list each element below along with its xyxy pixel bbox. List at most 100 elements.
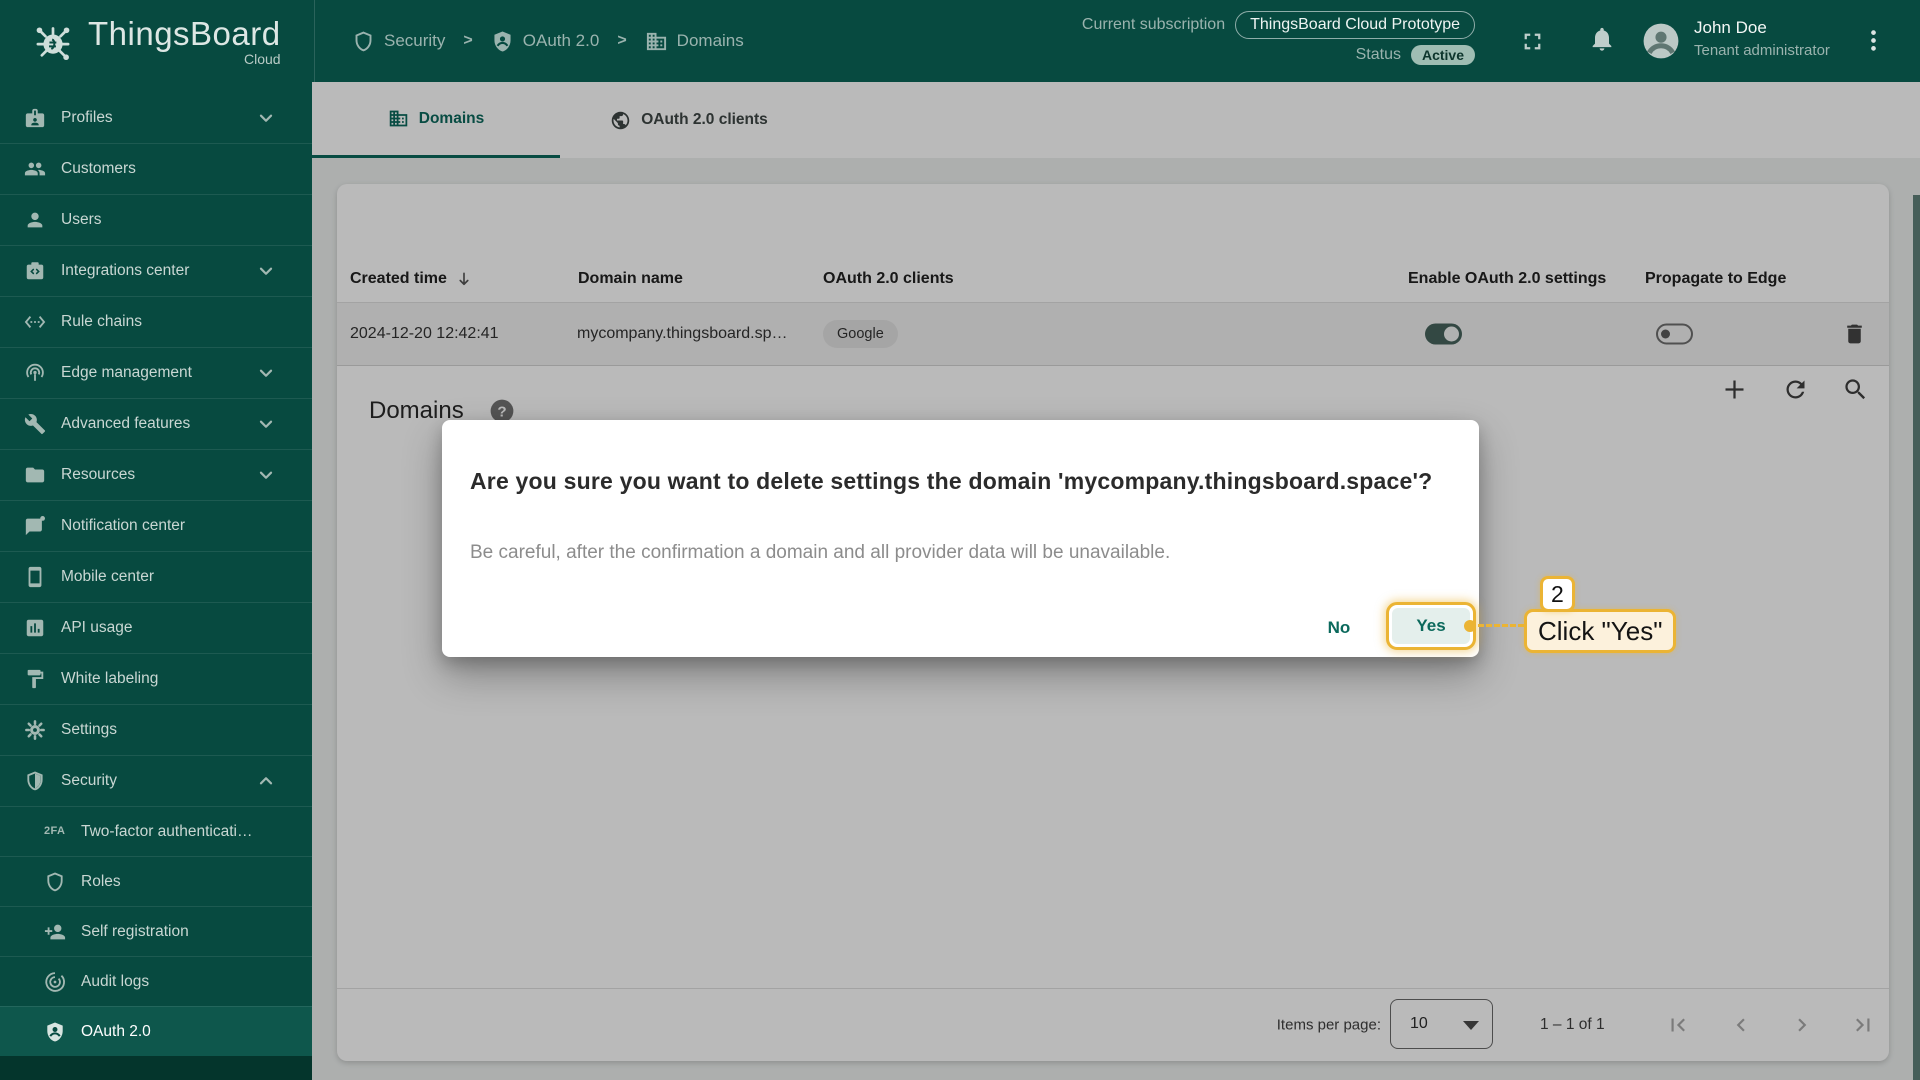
subscription-plan-pill[interactable]: ThingsBoard Cloud Prototype <box>1235 11 1475 39</box>
breadcrumb-domains[interactable]: Domains <box>645 30 744 53</box>
sidebar-item-label: Profiles <box>61 109 113 127</box>
sidebar-item-roles[interactable]: Roles <box>0 856 312 906</box>
shield-icon <box>44 871 66 893</box>
sidebar-item-label: Users <box>61 211 101 229</box>
sidebar-item-resources[interactable]: Resources <box>0 449 312 500</box>
sidebar-item-label: Integrations center <box>61 262 189 280</box>
paint-icon <box>24 668 46 690</box>
thingsboard-app: ThingsBoard Cloud Security > OAuth 2.0 >… <box>0 0 1920 1080</box>
sidebar-item-label: Settings <box>61 721 117 739</box>
sidebar-item-integrations-center[interactable]: Integrations center <box>0 245 312 296</box>
target-icon <box>44 971 66 993</box>
gear-icon <box>24 719 46 741</box>
avatar[interactable] <box>1642 22 1680 60</box>
chevron-down-icon <box>255 413 277 435</box>
sidebar-item-label: Roles <box>81 873 121 891</box>
breadcrumb: Security > OAuth 2.0 > Domains <box>352 0 744 82</box>
fullscreen-icon[interactable] <box>1519 28 1546 55</box>
breadcrumb-label: OAuth 2.0 <box>523 31 600 51</box>
sidebar-item-label: Mobile center <box>61 568 154 586</box>
sidebar-item-label: Notification center <box>61 517 185 535</box>
status-label: Status <box>1356 46 1401 64</box>
annotation-connector <box>1478 624 1524 627</box>
chevron-down-icon <box>255 362 277 384</box>
user-role: Tenant administrator <box>1694 42 1830 59</box>
id-card-icon <box>24 107 46 129</box>
dialog-message: Be careful, after the confirmation a dom… <box>470 542 1170 564</box>
logo-title: ThingsBoard <box>88 16 281 52</box>
subscription-info: Current subscription ThingsBoard Cloud P… <box>1082 11 1475 65</box>
logo[interactable]: ThingsBoard Cloud <box>28 16 281 67</box>
wrench-icon <box>24 413 46 435</box>
breadcrumb-security[interactable]: Security <box>352 30 445 53</box>
antenna-icon <box>24 362 46 384</box>
status-badge: Active <box>1411 45 1475 65</box>
breadcrumb-separator: > <box>617 32 626 50</box>
sidebar-item-rule-chains[interactable]: Rule chains <box>0 296 312 347</box>
sidebar-item-label: Resources <box>61 466 135 484</box>
sidebar-item-label: Audit logs <box>81 973 149 991</box>
sidebar-item-label: Rule chains <box>61 313 142 331</box>
sidebar-item-users[interactable]: Users <box>0 194 312 245</box>
no-button[interactable]: No <box>1309 608 1369 648</box>
folder-icon <box>24 464 46 486</box>
dialog-title: Are you sure you want to delete settings… <box>470 468 1432 494</box>
sidebar-item-label: Edge management <box>61 364 192 382</box>
breadcrumb-label: Domains <box>677 31 744 51</box>
logo-subtitle: Cloud <box>244 52 281 67</box>
confirm-delete-dialog: Are you sure you want to delete settings… <box>442 420 1479 657</box>
user-block[interactable]: John Doe Tenant administrator <box>1694 18 1830 59</box>
sidebar-item-two-factor[interactable]: 2FA Two-factor authenticati… <box>0 806 312 856</box>
notifications-bell-icon[interactable] <box>1588 25 1616 53</box>
shield-icon <box>24 770 46 792</box>
shield-icon <box>352 30 375 53</box>
sidebar: Profiles Customers Users Integrations ce… <box>0 82 312 1080</box>
sidebar-item-settings[interactable]: Settings <box>0 704 312 755</box>
topbar-divider <box>314 0 315 82</box>
sidebar-item-white-labeling[interactable]: White labeling <box>0 653 312 704</box>
chevron-down-icon <box>255 107 277 129</box>
chevron-up-icon <box>255 770 277 792</box>
sidebar-item-advanced-features[interactable]: Advanced features <box>0 398 312 449</box>
chart-box-icon <box>24 617 46 639</box>
sidebar-item-profiles[interactable]: Profiles <box>0 92 312 143</box>
sidebar-item-customers[interactable]: Customers <box>0 143 312 194</box>
sidebar-item-notification-center[interactable]: Notification center <box>0 500 312 551</box>
breadcrumb-oauth[interactable]: OAuth 2.0 <box>491 30 600 53</box>
people-icon <box>24 158 46 180</box>
chat-dot-icon <box>24 515 46 537</box>
annotation-dot <box>1464 620 1476 632</box>
person-plus-icon <box>44 921 66 943</box>
user-name: John Doe <box>1694 18 1830 38</box>
sidebar-item-label: OAuth 2.0 <box>81 1023 151 1041</box>
sidebar-item-label: Two-factor authenticati… <box>81 823 252 841</box>
breadcrumb-separator: > <box>463 32 472 50</box>
sidebar-item-api-usage[interactable]: API usage <box>0 602 312 653</box>
oauth-shield-person-icon <box>44 1021 66 1043</box>
sidebar-item-label: Security <box>61 772 117 790</box>
top-bar: ThingsBoard Cloud Security > OAuth 2.0 >… <box>0 0 1920 82</box>
thingsboard-logo-icon <box>28 16 78 66</box>
rule-chain-icon <box>24 311 46 333</box>
sidebar-item-mobile-center[interactable]: Mobile center <box>0 551 312 602</box>
phone-icon <box>24 566 46 588</box>
yes-button[interactable]: Yes <box>1392 608 1470 644</box>
sidebar-item-audit-logs[interactable]: Audit logs <box>0 956 312 1006</box>
sidebar-item-label: Advanced features <box>61 415 190 433</box>
annotation-label: Click "Yes" <box>1524 609 1676 653</box>
sidebar-item-label: Self registration <box>81 923 189 941</box>
2fa-icon: 2FA <box>44 821 66 843</box>
sidebar-item-security[interactable]: Security <box>0 755 312 806</box>
domain-icon <box>645 30 668 53</box>
sidebar-item-self-registration[interactable]: Self registration <box>0 906 312 956</box>
sidebar-item-label: Customers <box>61 160 136 178</box>
annotation-step-badge: 2 <box>1540 576 1575 612</box>
chevron-down-icon <box>255 464 277 486</box>
breadcrumb-label: Security <box>384 31 445 51</box>
subscription-label: Current subscription <box>1082 16 1225 34</box>
more-vert-icon[interactable] <box>1860 27 1887 54</box>
sidebar-item-edge-management[interactable]: Edge management <box>0 347 312 398</box>
sidebar-item-oauth[interactable]: OAuth 2.0 <box>0 1006 312 1056</box>
sidebar-item-label: API usage <box>61 619 133 637</box>
integration-icon <box>24 260 46 282</box>
